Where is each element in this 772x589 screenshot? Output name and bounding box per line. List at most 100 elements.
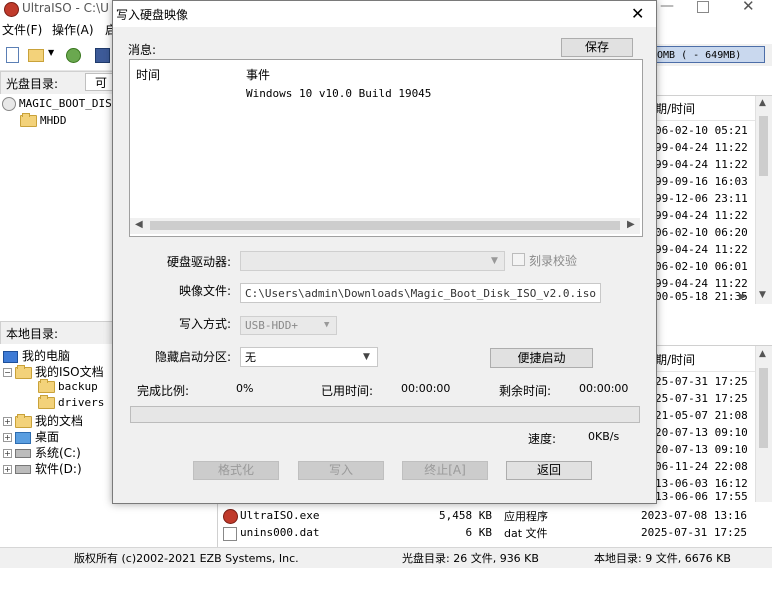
collapse-icon[interactable]: −: [3, 368, 12, 377]
open-dropdown-icon[interactable]: ▼: [48, 48, 54, 57]
main-window-title: UltraISO - C:\U: [22, 1, 109, 15]
cd-list-date[interactable]: 00-05-18 21:35: [655, 292, 765, 302]
expand-icon[interactable]: +: [3, 433, 12, 442]
cd-list-date[interactable]: 99-04-24 11:22: [655, 241, 765, 258]
local-list-date[interactable]: 25-07-31 17:25: [655, 390, 765, 407]
write-method-select[interactable]: USB-HDD+ ▼: [240, 316, 337, 335]
save-button[interactable]: 保存: [561, 38, 633, 57]
scroll-up-icon[interactable]: ▲: [759, 349, 766, 359]
file-date: 2025-07-31 17:25: [641, 526, 747, 539]
cd-list-header-date[interactable]: 期/时间: [655, 98, 755, 121]
local-list-date[interactable]: 21-05-07 21:08: [655, 407, 765, 424]
cd-list-date[interactable]: 99-04-24 11:22: [655, 139, 765, 156]
local-file-list: UltraISO.exe 5,458 KB 应用程序 2023-07-08 13…: [217, 502, 772, 547]
scroll-up-icon[interactable]: ▲: [759, 98, 766, 108]
scroll-left-icon[interactable]: ◀: [135, 219, 143, 230]
tree-label: backup: [58, 380, 98, 393]
write-button[interactable]: 写入: [298, 461, 384, 480]
cd-dir-bar: 光盘目录: 可引: [0, 71, 114, 108]
maximize-icon[interactable]: [697, 1, 709, 13]
cd-list-date[interactable]: 99-04-24 11:22: [655, 275, 765, 292]
tree-label: 我的电脑: [22, 349, 71, 363]
local-list-date[interactable]: 13-06-03 16:12: [655, 475, 765, 492]
write-method-value: USB-HDD+: [245, 319, 298, 332]
file-row[interactable]: UltraISO.exe 5,458 KB 应用程序 2023-07-08 13…: [218, 508, 772, 525]
remaining-value: 00:00:00: [579, 382, 629, 395]
scroll-right-icon[interactable]: ▶: [627, 219, 635, 230]
tree-label: drivers: [58, 396, 105, 409]
local-list-date[interactable]: 20-07-13 09:10: [655, 441, 765, 458]
expand-icon[interactable]: +: [3, 449, 12, 458]
back-button[interactable]: 返回: [506, 461, 592, 480]
cd-list-date[interactable]: 99-12-06 23:11: [655, 190, 765, 207]
cd-list-date[interactable]: 06-02-10 06:20: [655, 224, 765, 241]
scroll-right-icon[interactable]: ▶: [739, 292, 746, 302]
file-type: 应用程序: [504, 510, 548, 523]
log-header-time[interactable]: 时间: [136, 66, 160, 83]
new-icon[interactable]: [6, 47, 19, 63]
disk-drive-select[interactable]: ▼: [240, 251, 505, 271]
cd-list-date[interactable]: 99-04-24 11:22: [655, 207, 765, 224]
tree-my-iso-docs[interactable]: − 我的ISO文档: [3, 363, 104, 380]
tree-my-computer[interactable]: 我的电脑: [3, 347, 70, 364]
tree-my-documents[interactable]: + 我的文档: [3, 412, 83, 429]
verify-checkbox[interactable]: [512, 253, 525, 266]
image-file-field[interactable]: C:\Users\admin\Downloads\Magic_Boot_Disk…: [240, 283, 601, 303]
cd-tree-root[interactable]: MAGIC_BOOT_DISK: [2, 97, 118, 111]
progress-label: 完成比例:: [137, 384, 190, 398]
folder-icon: [15, 413, 32, 428]
chevron-down-icon: ▼: [324, 320, 330, 330]
minimize-icon[interactable]: —: [660, 0, 674, 14]
local-list-date[interactable]: 20-07-13 09:10: [655, 424, 765, 441]
cd-dir-select[interactable]: 可引: [85, 73, 113, 108]
main-close-icon[interactable]: ✕: [742, 0, 755, 15]
local-list-header-date[interactable]: 期/时间: [655, 349, 755, 372]
open-icon[interactable]: [28, 49, 44, 62]
cd-list-date[interactable]: 99-04-24 11:22: [655, 156, 765, 173]
file-row[interactable]: unins000.dat 6 KB dat 文件 2025-07-31 17:2…: [218, 525, 772, 542]
tree-drive-d[interactable]: + 软件(D:): [3, 460, 82, 477]
expand-icon[interactable]: +: [3, 417, 12, 426]
tree-label: 桌面: [35, 430, 60, 444]
tree-desktop[interactable]: + 桌面: [3, 428, 59, 445]
dialog-close-icon[interactable]: ✕: [631, 4, 644, 23]
extract-icon[interactable]: [66, 48, 81, 63]
local-list-date[interactable]: 06-11-24 22:08: [655, 458, 765, 475]
menu-action[interactable]: 操作(A): [52, 21, 94, 38]
tree-drive-c[interactable]: + 系统(C:): [3, 444, 81, 461]
local-list-date[interactable]: 13-06-06 17:55: [655, 492, 765, 502]
cd-list-date[interactable]: 06-02-10 06:01: [655, 258, 765, 275]
tree-drivers[interactable]: drivers: [38, 395, 105, 409]
status-local-info: 本地目录: 9 文件, 6676 KB: [594, 552, 731, 565]
file-type: dat 文件: [504, 527, 548, 540]
image-file-label: 映像文件:: [178, 284, 231, 298]
folder-icon: [38, 379, 55, 393]
log-hscrollbar[interactable]: ◀ ▶: [130, 218, 640, 234]
disk-drive-label: 硬盘驱动器:: [166, 255, 231, 269]
menu-file[interactable]: 文件(F): [2, 21, 42, 38]
cd-tree-root-label: MAGIC_BOOT_DISK: [19, 97, 119, 110]
hidden-partition-label: 隐藏启动分区:: [154, 350, 231, 364]
cd-tree-child[interactable]: MHDD: [20, 113, 67, 127]
scroll-thumb[interactable]: [150, 221, 620, 230]
quick-boot-button[interactable]: 便捷启动: [490, 348, 593, 368]
tree-backup[interactable]: backup: [38, 379, 98, 393]
cd-list-date[interactable]: 99-09-16 16:03: [655, 173, 765, 190]
save-icon[interactable]: [95, 48, 110, 63]
local-list-date[interactable]: 25-07-31 17:25: [655, 373, 765, 390]
format-button[interactable]: 格式化: [193, 461, 279, 480]
cd-list-date[interactable]: 06-02-10 05:21: [655, 122, 765, 139]
cd-list-scrollbar[interactable]: ▲ ▼: [755, 96, 772, 304]
chevron-down-icon: ▼: [491, 256, 498, 266]
scroll-down-icon[interactable]: ▼: [759, 290, 766, 300]
log-header-event[interactable]: 事件: [246, 66, 270, 83]
abort-button[interactable]: 终止[A]: [402, 461, 488, 480]
local-list-dates: 25-07-31 17:25 25-07-31 17:25 21-05-07 2…: [655, 373, 755, 503]
main-toolbar: ▼: [0, 40, 112, 71]
hidden-partition-select[interactable]: 无 ▼: [240, 347, 378, 367]
scroll-thumb[interactable]: [759, 116, 768, 176]
file-icon: [223, 527, 237, 541]
expand-icon[interactable]: +: [3, 465, 12, 474]
scroll-thumb[interactable]: [759, 368, 768, 448]
folder-icon: [15, 364, 32, 379]
